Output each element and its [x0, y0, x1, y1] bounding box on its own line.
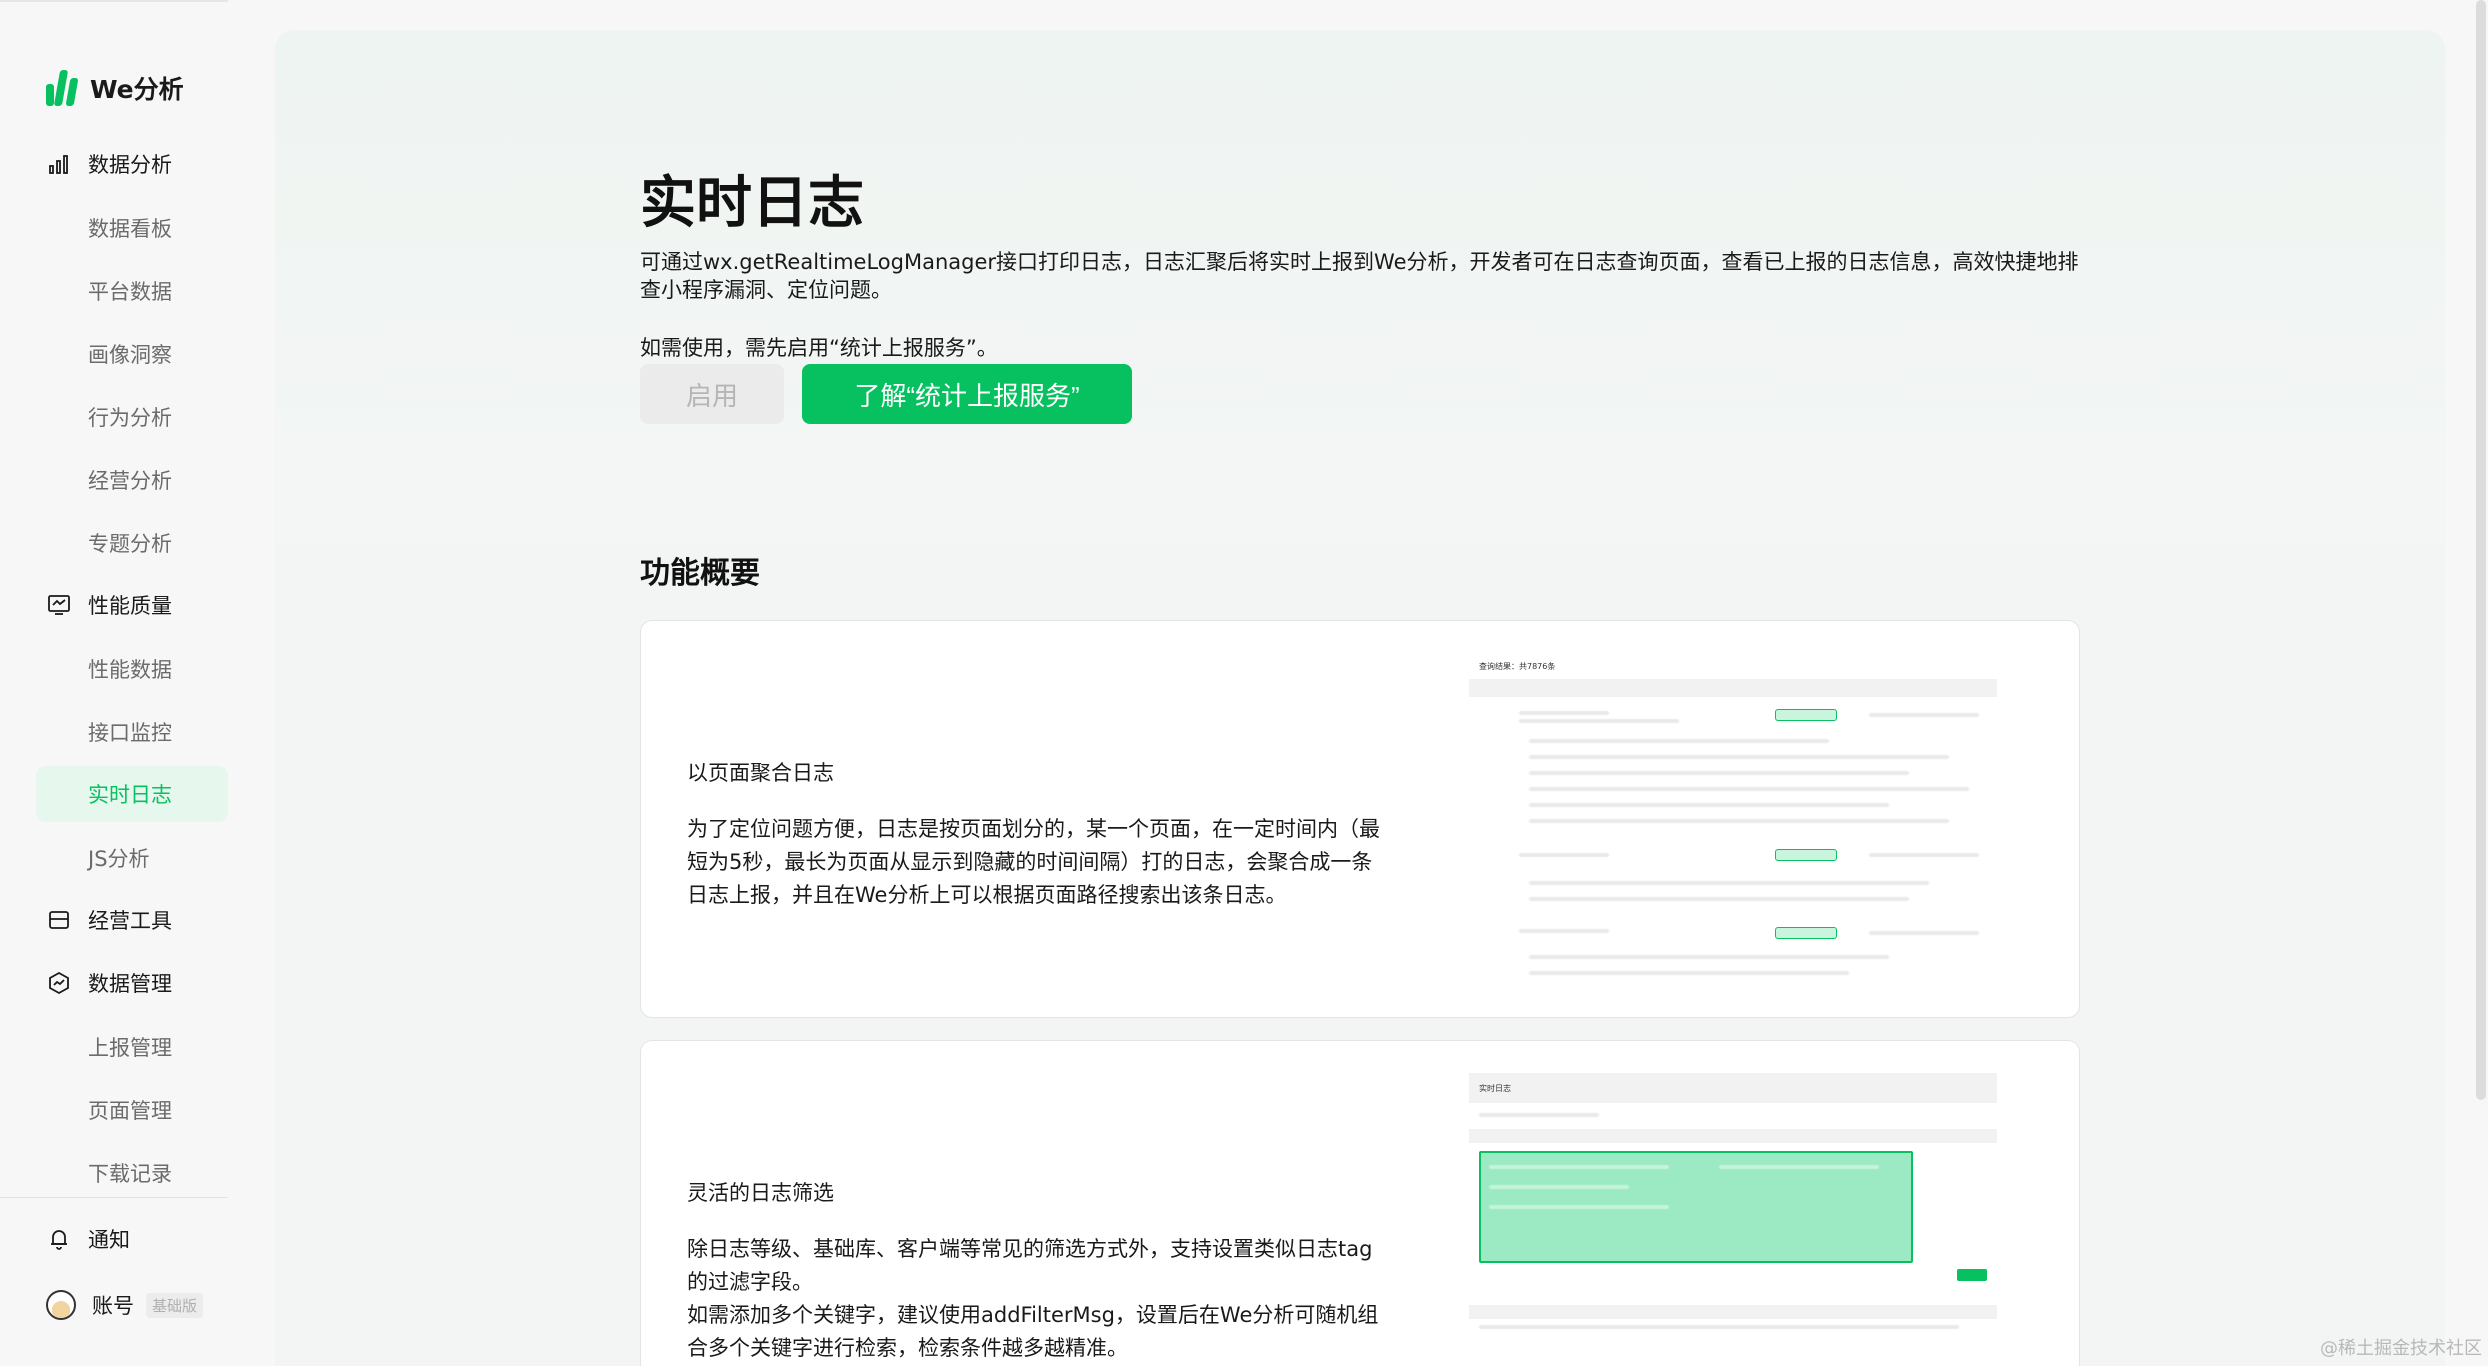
- sidebar-item-realtime-log[interactable]: 实时日志: [36, 766, 228, 822]
- feature-card-log-filter: 灵活的日志筛选 除日志等级、基础库、客户端等常见的筛选方式外，支持设置类似日志t…: [640, 1040, 2080, 1366]
- sidebar-item-download-records[interactable]: 下载记录: [88, 1153, 172, 1193]
- bar-chart-icon: [46, 151, 72, 177]
- mock-screen-title: 查询结果：共7876条: [1479, 662, 1556, 671]
- sidebar-item-api-monitor[interactable]: 接口监控: [88, 712, 172, 752]
- sidebar-item-topic-analysis[interactable]: 专题分析: [88, 523, 172, 563]
- page-scrollbar[interactable]: [2476, 0, 2486, 1100]
- sidebar-item-platform-data[interactable]: 平台数据: [88, 271, 172, 311]
- sidebar-group-label: 数据管理: [88, 972, 172, 996]
- feature-text: 如需添加多个关键字，建议使用addFilterMsg，设置后在We分析可随机组合…: [687, 1303, 1379, 1360]
- section-title: 功能概要: [640, 556, 760, 591]
- we-analysis-logo-icon: [46, 70, 79, 106]
- account-label: 账号: [92, 1294, 134, 1318]
- sidebar-top-divider: [0, 0, 228, 2]
- feature-card-page-aggregation: 以页面聚合日志 为了定位问题方便，日志是按页面划分的，某一个页面，在一定时间内（…: [640, 620, 2080, 1018]
- shop-icon: [46, 907, 72, 933]
- sidebar-notice[interactable]: 通知: [46, 1219, 130, 1259]
- data-manage-icon: [46, 970, 72, 996]
- page-title: 实时日志: [640, 171, 864, 236]
- app-logo[interactable]: We分析: [46, 68, 184, 108]
- sidebar-item-dashboard[interactable]: 数据看板: [88, 208, 172, 248]
- sidebar-item-business-analysis[interactable]: 经营分析: [88, 460, 172, 500]
- sidebar-item-report-management[interactable]: 上报管理: [88, 1027, 172, 1067]
- sidebar-item-portrait-insight[interactable]: 画像洞察: [88, 334, 172, 374]
- feature-title: 灵活的日志筛选: [687, 1181, 834, 1205]
- learn-stat-service-button[interactable]: 了解“统计上报服务”: [802, 364, 1132, 424]
- enable-button[interactable]: 启用: [640, 364, 784, 424]
- log-query-screenshot: 查询结果：共7876条: [1469, 655, 1997, 985]
- sidebar-group-performance[interactable]: 性能质量: [46, 585, 172, 625]
- log-filter-screenshot: 实时日志: [1469, 1073, 1997, 1366]
- sidebar-item-js-analysis[interactable]: JS分析: [88, 838, 150, 878]
- app-name: We分析: [90, 75, 184, 104]
- page-description: 可通过wx.getRealtimeLogManager接口打印日志，日志汇聚后将…: [640, 250, 2079, 302]
- feature-text: 为了定位问题方便，日志是按页面划分的，某一个页面，在一定时间内（最短为5秒，最长…: [687, 817, 1380, 907]
- sidebar-item-page-management[interactable]: 页面管理: [88, 1090, 172, 1130]
- sidebar: We分析 数据分析 数据看板 平台数据 画像洞察 行为分析 经营分析 专题分析 …: [0, 0, 275, 1366]
- sidebar-group-business-tools[interactable]: 经营工具: [46, 900, 172, 940]
- sidebar-group-data-management[interactable]: 数据管理: [46, 963, 172, 1003]
- avatar: [46, 1290, 76, 1320]
- feature-title: 以页面聚合日志: [687, 761, 834, 785]
- sidebar-group-data-analysis[interactable]: 数据分析: [46, 144, 172, 184]
- sidebar-group-label: 数据分析: [88, 153, 172, 177]
- bell-icon: [46, 1226, 72, 1252]
- mock-screen-title: 实时日志: [1479, 1084, 1511, 1093]
- sidebar-account[interactable]: 账号 基础版: [46, 1285, 204, 1325]
- feature-text: 除日志等级、基础库、客户端等常见的筛选方式外，支持设置类似日志tag的过滤字段。: [687, 1237, 1373, 1294]
- watermark: @稀土掘金技术社区: [2320, 1338, 2482, 1359]
- sidebar-item-behavior-analysis[interactable]: 行为分析: [88, 397, 172, 437]
- account-plan-badge: 基础版: [146, 1292, 204, 1318]
- sidebar-divider: [0, 1197, 228, 1198]
- sidebar-group-label: 性能质量: [88, 594, 172, 618]
- monitor-icon: [46, 592, 72, 618]
- enable-note: 如需使用，需先启用“统计上报服务”。: [640, 336, 998, 360]
- notice-label: 通知: [88, 1228, 130, 1252]
- sidebar-item-performance-data[interactable]: 性能数据: [88, 649, 172, 689]
- sidebar-group-label: 经营工具: [88, 909, 172, 933]
